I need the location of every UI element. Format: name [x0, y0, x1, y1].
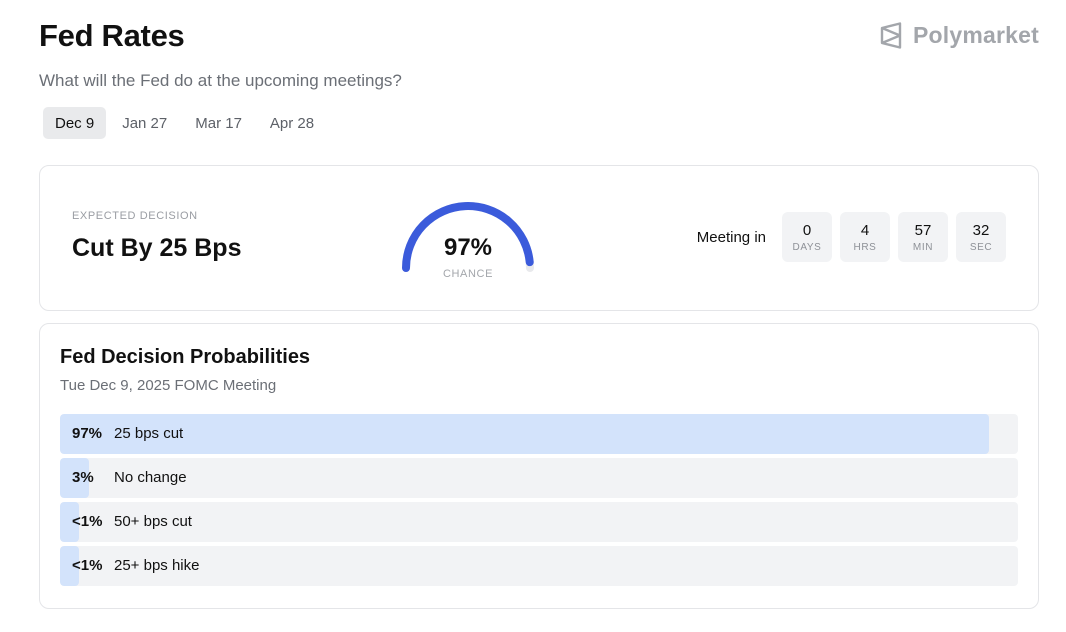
countdown-days-value: 0 [802, 221, 812, 239]
countdown-seconds-unit: SEC [969, 241, 993, 253]
chance-label: CHANCE [442, 268, 494, 280]
probability-row-25-bps-cut[interactable]: 97% 25 bps cut [60, 414, 1018, 454]
probability-row-25-bps-hike[interactable]: <1% 25+ bps hike [60, 546, 1018, 586]
countdown-hours-value: 4 [860, 221, 870, 239]
probability-list: 97% 25 bps cut 3% No change <1% 50+ bps … [60, 414, 1018, 590]
probability-label: 25 bps cut [114, 425, 184, 442]
probability-label: No change [114, 469, 187, 486]
countdown-hours: 4 HRS [840, 212, 890, 262]
brand-logo[interactable]: Polymarket [879, 22, 1039, 49]
expected-decision-label: EXPECTED DECISION [72, 210, 198, 222]
countdown-days-unit: DAYS [792, 241, 822, 253]
expected-decision-card: EXPECTED DECISION Cut By 25 Bps 97% CHAN… [39, 165, 1039, 311]
probabilities-card: Fed Decision Probabilities Tue Dec 9, 20… [39, 323, 1039, 609]
countdown-days: 0 DAYS [782, 212, 832, 262]
expected-decision-value: Cut By 25 Bps [72, 234, 242, 262]
meeting-in-label: Meeting in [696, 228, 766, 246]
probability-label: 25+ bps hike [114, 557, 200, 574]
tab-apr-28[interactable]: Apr 28 [258, 107, 326, 139]
tab-jan-27[interactable]: Jan 27 [110, 107, 179, 139]
probability-pct: 3% [72, 469, 94, 486]
countdown-seconds: 32 SEC [956, 212, 1006, 262]
probabilities-title: Fed Decision Probabilities [60, 346, 311, 368]
probability-bar-fill [60, 414, 990, 454]
countdown-minutes-unit: MIN [912, 241, 934, 253]
probability-label: 50+ bps cut [114, 513, 192, 530]
page-subtitle: What will the Fed do at the upcoming mee… [39, 71, 402, 90]
meeting-countdown: Meeting in 0 DAYS 4 HRS 57 MIN 32 SEC [697, 212, 1006, 262]
countdown-minutes: 57 MIN [898, 212, 948, 262]
countdown-hours-unit: HRS [853, 241, 877, 253]
chance-gauge: 97% CHANCE [398, 200, 538, 284]
probability-row-no-change[interactable]: 3% No change [60, 458, 1018, 498]
probability-row-50-bps-cut[interactable]: <1% 50+ bps cut [60, 502, 1018, 542]
probability-pct: <1% [72, 513, 103, 530]
meeting-tabs: Dec 9 Jan 27 Mar 17 Apr 28 [43, 107, 326, 139]
page-title: Fed Rates [39, 18, 185, 53]
countdown-minutes-value: 57 [914, 221, 932, 239]
polymarket-logo-icon [880, 22, 902, 49]
tab-dec-9[interactable]: Dec 9 [43, 107, 107, 139]
probabilities-subtitle: Tue Dec 9, 2025 FOMC Meeting [60, 377, 277, 394]
probability-pct: 97% [72, 425, 103, 442]
brand-name: Polymarket [912, 22, 1039, 48]
probability-pct: <1% [72, 557, 103, 574]
tab-mar-17[interactable]: Mar 17 [183, 107, 254, 139]
chance-value: 97% [443, 234, 493, 261]
countdown-seconds-value: 32 [972, 221, 990, 239]
